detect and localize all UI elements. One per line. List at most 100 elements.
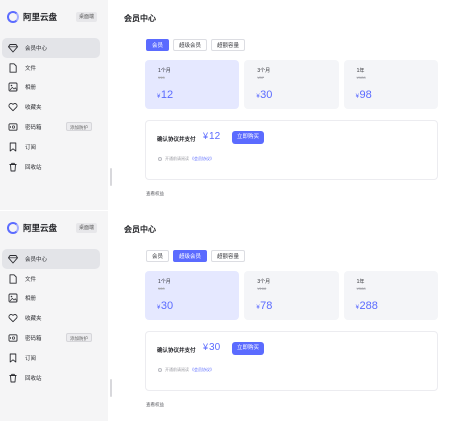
sidebar-nav: 会员中心 文件 相册 收藏夹 密码箱 添加防护 订阅 回收站 [2,249,100,388]
sidebar-item-subscriptions[interactable]: 订阅 [2,137,100,157]
aliyun-drive-logo-icon [7,11,19,23]
vip-page-super-member-tab: 阿里云盘 桌面端 会员中心 文件 相册 收藏夹 密码箱 添加防护 订阅 回收站 … [0,211,454,421]
agreement-text: 开通前请阅读 [165,156,189,161]
tab-extra-storage[interactable]: 超额容量 [211,250,246,262]
plan-price-value: 78 [260,300,273,312]
plan-price: ¥30 [157,300,173,312]
sidebar-nav: 会员中心 文件 相册 收藏夹 密码箱 添加防护 订阅 回收站 [2,38,100,177]
plan-original-price: ¥60 [158,286,165,291]
sidebar-item-vip-center[interactable]: 会员中心 [2,249,100,269]
scrollbar-thumb[interactable] [110,379,112,397]
diamond-icon [8,254,18,264]
file-icon [8,274,18,284]
tab-extra-storage[interactable]: 超额容量 [211,39,246,51]
diamond-icon [8,43,18,53]
pay-amount-value: 30 [209,342,221,353]
agreement-radio[interactable] [158,368,162,372]
plan-price: ¥30 [256,89,272,101]
tab-member[interactable]: 会员 [146,39,170,51]
currency-symbol: ¥ [203,131,209,141]
vip-page-member-tab: 阿里云盘 桌面端 会员中心 文件 相册 收藏夹 密码箱 添加防护 订阅 回收站 … [0,0,454,210]
sidebar-item-label: 密码箱 [25,125,42,132]
aliyun-drive-logo-icon [7,222,19,234]
sidebar-item-subscriptions[interactable]: 订阅 [2,348,100,368]
sidebar-item-recycle-bin[interactable]: 回收站 [2,368,100,388]
sidebar-item-label: 文件 [25,65,37,72]
pay-amount: ¥30 [203,342,220,353]
agreement-text: 开通前请阅读 [165,367,189,372]
plan-original-price: ¥15 [158,75,165,80]
sidebar-item-favorites[interactable]: 收藏夹 [2,97,100,117]
agreement-row: 开通前请阅读 《会员协议》 [158,367,214,373]
plan-card-1-year[interactable]: 1年 ¥128 ¥98 [343,60,438,109]
sidebar-item-files[interactable]: 文件 [2,58,100,78]
pay-amount: ¥12 [203,131,220,142]
sidebar-item-label: 相册 [25,296,37,303]
plan-card-1-month[interactable]: 1个月 ¥15 ¥12 [145,60,240,109]
sidebar-item-label: 密码箱 [25,336,42,343]
payment-box: 确认协议并支付 ¥12 立即购买 开通前请阅读 《会员协议》 [145,120,438,180]
sidebar-item-label: 回收站 [25,164,42,171]
page-title: 会员中心 [124,225,156,234]
plan-duration: 3个月 [257,68,271,74]
trash-icon [8,373,18,383]
tab-member[interactable]: 会员 [146,250,170,262]
desktop-app-button[interactable]: 桌面端 [76,223,98,233]
brand[interactable]: 阿里云盘 [7,11,57,23]
safe-icon [8,333,18,343]
tab-super-member[interactable]: 超级会员 [173,250,208,262]
plan-duration: 1个月 [158,68,171,74]
currency-symbol: ¥ [355,94,359,100]
sidebar-item-safe-box[interactable]: 密码箱 添加防护 [2,328,100,348]
add-protection-button[interactable]: 添加防护 [66,122,92,132]
sidebar-item-label: 会员中心 [25,45,48,52]
brand[interactable]: 阿里云盘 [7,222,57,234]
scrollbar-thumb[interactable] [110,168,112,186]
desktop-app-button[interactable]: 桌面端 [76,12,98,22]
tab-super-member[interactable]: 超级会员 [173,39,208,51]
vip-center-main: 会员中心 会员 超级会员 超额容量 1个月 ¥15 ¥12 3个月 ¥37 ¥3… [124,0,454,210]
bookmark-icon [8,142,18,152]
sidebar-item-label: 订阅 [25,355,37,362]
heart-icon [8,313,18,323]
sidebar-item-files[interactable]: 文件 [2,269,100,289]
brand-name: 阿里云盘 [23,223,58,233]
sidebar-item-safe-box[interactable]: 密码箱 添加防护 [2,117,100,137]
currency-symbol: ¥ [355,305,359,311]
member-agreement-link[interactable]: 《会员协议》 [190,367,214,373]
plan-price-value: 98 [359,89,372,101]
sidebar-item-recycle-bin[interactable]: 回收站 [2,157,100,177]
plan-price: ¥98 [356,89,372,101]
plan-card-3-months[interactable]: 3个月 ¥168 ¥78 [244,271,339,320]
sidebar-item-photos[interactable]: 相册 [2,289,100,309]
plan-duration: 1个月 [158,279,171,285]
member-agreement-link[interactable]: 《会员协议》 [190,156,214,162]
agreement-radio[interactable] [158,157,162,161]
plan-duration: 1年 [356,68,365,74]
sidebar-item-vip-center[interactable]: 会员中心 [2,38,100,58]
sidebar-item-favorites[interactable]: 收藏夹 [2,308,100,328]
currency-symbol: ¥ [157,94,161,100]
buy-now-button[interactable]: 立即购买 [232,342,265,355]
sidebar-item-label: 订阅 [25,144,37,151]
sidebar-item-photos[interactable]: 相册 [2,78,100,98]
view-benefits-link[interactable]: 查看权益 [146,191,164,197]
plan-card-3-months[interactable]: 3个月 ¥37 ¥30 [244,60,339,109]
plan-list: 1个月 ¥15 ¥12 3个月 ¥37 ¥30 1年 ¥128 ¥98 [145,60,438,109]
photo-icon [8,82,18,92]
vip-center-main: 会员中心 会员 超级会员 超额容量 1个月 ¥60 ¥30 3个月 ¥168 ¥… [124,211,454,421]
plan-price-value: 30 [260,89,273,101]
plan-card-1-year[interactable]: 1年 ¥588 ¥288 [343,271,438,320]
plan-duration: 3个月 [257,279,271,285]
plan-original-price: ¥37 [257,75,265,80]
safe-icon [8,122,18,132]
file-icon [8,63,18,73]
plan-original-price: ¥168 [257,286,267,291]
view-benefits-link[interactable]: 查看权益 [146,402,164,408]
sidebar: 阿里云盘 桌面端 会员中心 文件 相册 收藏夹 密码箱 添加防护 订阅 回收站 [0,211,108,421]
sidebar-item-label: 收藏夹 [25,105,42,112]
payment-box: 确认协议并支付 ¥30 立即购买 开通前请阅读 《会员协议》 [145,331,438,391]
plan-card-1-month[interactable]: 1个月 ¥60 ¥30 [145,271,240,320]
add-protection-button[interactable]: 添加防护 [66,333,92,343]
buy-now-button[interactable]: 立即购买 [232,131,265,144]
